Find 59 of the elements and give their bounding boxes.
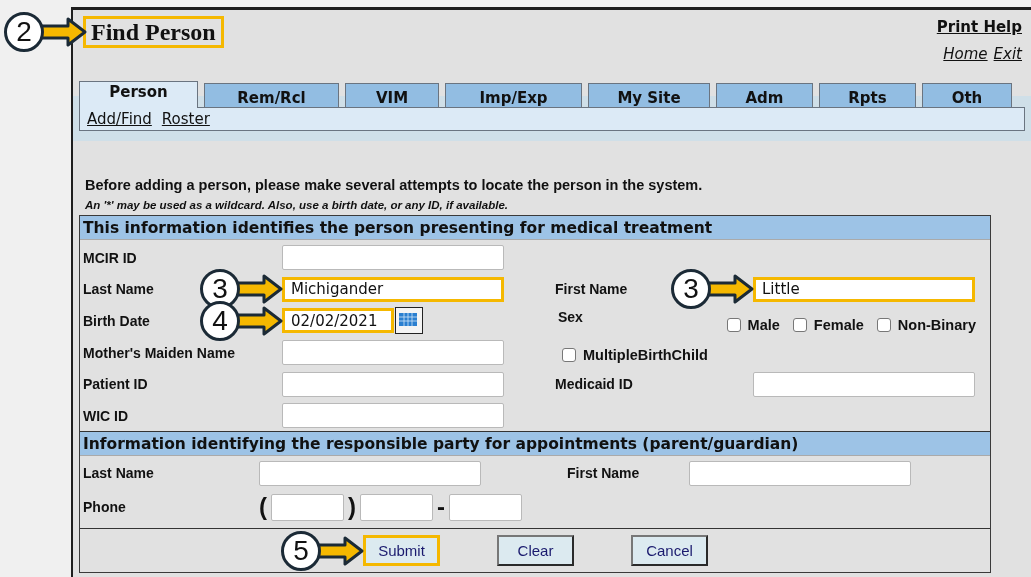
calendar-icon[interactable] xyxy=(395,307,423,335)
text-field[interactable] xyxy=(753,371,975,397)
instruction-text: Before adding a person, please make several attempts to locate the person in the system. xyxy=(85,177,704,193)
field-label: Mother's Maiden Name xyxy=(82,344,235,361)
phone-punctuation: - xyxy=(437,495,445,519)
tab[interactable]: Rem/Rcl xyxy=(204,83,339,107)
phone-field[interactable] xyxy=(271,493,344,521)
field-label: First Name xyxy=(555,281,628,298)
text-field[interactable] xyxy=(282,403,504,429)
field-label: First Name xyxy=(566,465,640,481)
checkbox[interactable] xyxy=(792,318,807,332)
hint-text: An '*' may be used as a wildcard. Also, use a birth date, or any ID, if available. xyxy=(85,199,509,211)
phone-punctuation: ( xyxy=(259,495,267,519)
text-field[interactable] xyxy=(282,245,504,271)
tab[interactable]: VIM xyxy=(345,83,439,107)
field-label: Birth Date xyxy=(82,313,150,329)
field-label: Sex xyxy=(557,309,583,325)
checkbox[interactable] xyxy=(726,318,741,332)
tab[interactable]: Imp/Exp xyxy=(445,83,582,107)
field-label: WIC ID xyxy=(82,407,129,424)
tab[interactable]: My Site xyxy=(588,83,710,107)
field-label: Phone xyxy=(82,499,126,515)
checkbox-label: Non-Binary xyxy=(897,317,976,333)
form-button[interactable]: Submit xyxy=(363,535,440,566)
field-label: Last Name xyxy=(82,281,154,298)
callout-number: 4 xyxy=(200,301,240,341)
text-field[interactable] xyxy=(259,460,481,486)
text-field[interactable] xyxy=(689,460,911,486)
text-field[interactable] xyxy=(282,371,504,397)
text-field[interactable] xyxy=(282,340,504,366)
page-title: Find Person xyxy=(86,19,221,45)
phone-punctuation: ) xyxy=(348,495,356,519)
checkbox[interactable] xyxy=(876,318,891,332)
checkbox-label: MultipleBirthChild xyxy=(583,346,708,363)
section-header: Information identifying the responsible party for appointments (parent/guardian) xyxy=(80,432,990,456)
checkbox[interactable] xyxy=(562,347,576,362)
phone-field[interactable] xyxy=(449,493,522,521)
callout-number: 3 xyxy=(671,269,711,310)
checkbox-label: Female xyxy=(813,317,864,333)
tab[interactable]: Adm xyxy=(716,83,813,107)
subnav-link[interactable]: Add/Find xyxy=(87,110,152,128)
tab[interactable]: Rpts xyxy=(819,83,916,107)
callout-number: 2 xyxy=(4,11,44,52)
form-button[interactable]: Cancel xyxy=(631,535,708,566)
subnav-link[interactable]: Roster xyxy=(161,110,210,128)
phone-field[interactable] xyxy=(360,493,433,521)
print-help-link[interactable]: Print Help xyxy=(936,18,1022,36)
callout-number: 5 xyxy=(281,530,321,571)
tab[interactable]: Person xyxy=(79,81,198,108)
tab[interactable]: Oth xyxy=(922,83,1012,107)
field-label: Last Name xyxy=(82,465,154,481)
field-label: Medicaid ID xyxy=(555,376,633,393)
field-label: Patient ID xyxy=(82,376,148,393)
nav-link[interactable]: Home xyxy=(943,45,988,63)
field-label: MCIR ID xyxy=(82,249,137,266)
nav-link[interactable]: Exit xyxy=(993,45,1022,63)
checkbox-label: Male xyxy=(747,317,780,333)
form-button[interactable]: Clear xyxy=(497,535,574,566)
section-header: This information identifies the person presenting for medical treatment xyxy=(80,216,990,240)
